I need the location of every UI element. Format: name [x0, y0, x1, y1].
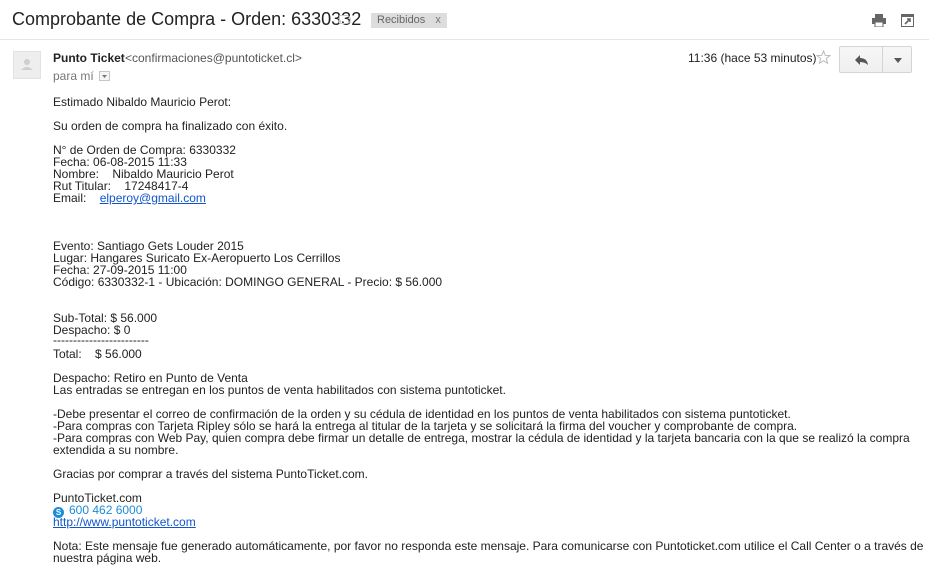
separator-line: ------------------------	[53, 333, 149, 347]
star-icon[interactable]	[816, 50, 831, 65]
thanks-message: Gracias por comprar a través del sistema…	[53, 467, 368, 481]
customer-email-link[interactable]: elperoy@gmail.com	[100, 191, 206, 205]
footer-note-continued: nuestra página web.	[53, 551, 162, 565]
sender-name[interactable]: Punto Ticket	[53, 51, 125, 65]
print-icon[interactable]	[872, 14, 886, 27]
greeting: Estimado Nibaldo Mauricio Perot:	[53, 95, 232, 109]
chevron-down-icon	[894, 58, 902, 63]
label-tag-icon[interactable]	[339, 15, 351, 24]
website-link[interactable]: http://www.puntoticket.com	[53, 515, 196, 529]
reply-icon	[855, 55, 868, 65]
more-options-button[interactable]	[882, 46, 912, 73]
ticket-code: Código: 6330332-1 - Ubicación: DOMINGO G…	[53, 275, 443, 289]
label-chip-recibidos[interactable]: Recibidos x	[371, 13, 447, 28]
label-remove-button[interactable]: x	[435, 14, 441, 26]
total: Total: $ 56.000	[53, 347, 142, 361]
sender-email: <confirmaciones@puntoticket.cl>	[125, 51, 302, 65]
new-window-icon[interactable]	[901, 14, 914, 27]
recipient-line: para mí	[53, 69, 94, 83]
sender-avatar	[13, 51, 41, 79]
note-webpay: -Para compras con Web Pay, quien compra …	[53, 431, 910, 445]
website-line: http://www.puntoticket.com	[53, 516, 196, 528]
delivery-info: Las entradas se entregan en los puntos d…	[53, 383, 506, 397]
note-webpay-continued: extendida a su nombre.	[53, 443, 179, 457]
email-timestamp: 11:36 (hace 53 minutos)	[688, 51, 817, 65]
email-subject: Comprobante de Compra - Orden: 6330332	[12, 9, 362, 29]
customer-email-line: Email: elperoy@gmail.com	[53, 192, 206, 204]
label-chip-text: Recibidos	[377, 14, 426, 26]
success-message: Su orden de compra ha finalizado con éxi…	[53, 119, 288, 133]
reply-button[interactable]	[839, 46, 883, 73]
email-label: Email:	[53, 191, 100, 205]
footer-note: Nota: Este mensaje fue generado automáti…	[53, 539, 924, 553]
details-dropdown-icon[interactable]	[99, 71, 110, 81]
subject-bar: Comprobante de Compra - Orden: 6330332 R…	[0, 0, 929, 40]
